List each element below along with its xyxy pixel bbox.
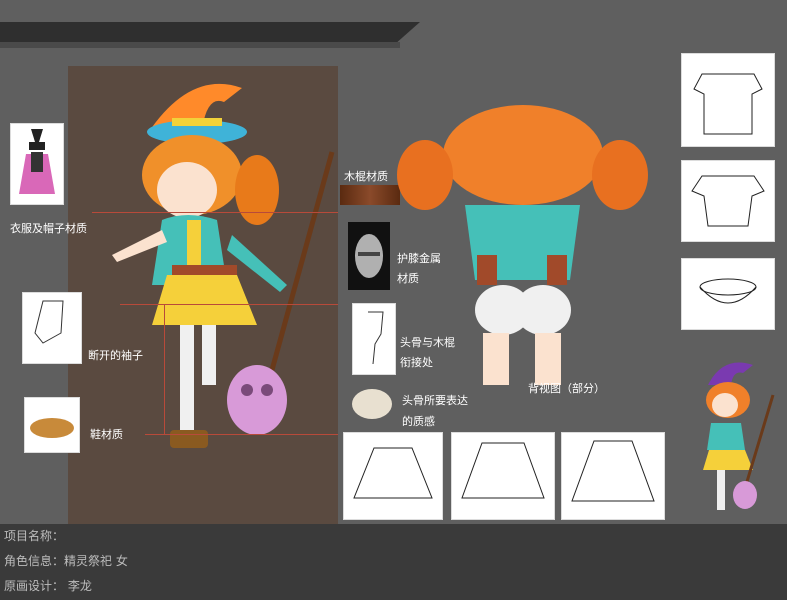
back-view-illustration xyxy=(397,105,648,385)
main-character-illustration xyxy=(112,83,335,448)
jacket-sketch-image xyxy=(681,53,775,147)
label-wood-stick-material: 木棍材质 xyxy=(344,170,388,183)
connector-sleeve xyxy=(120,304,338,305)
label-skull-texture-2: 的质感 xyxy=(402,415,435,428)
skirt-sketch-front xyxy=(343,432,443,520)
header-bar-accent xyxy=(0,42,400,48)
joint-sketch-image xyxy=(352,303,396,375)
label-broken-sleeve: 断开的袖子 xyxy=(88,349,143,362)
costume-reference-image xyxy=(10,123,64,205)
project-name: 项目名称： xyxy=(4,529,65,543)
label-shoe-material: 鞋材质 xyxy=(90,428,123,441)
concept-designer: 原画设计： 李龙 xyxy=(4,579,92,593)
shoe-reference-image xyxy=(24,397,80,453)
label-skull-texture: 头骨所要表达 xyxy=(402,394,468,407)
connector-clothes xyxy=(92,212,338,213)
character-thumbnail xyxy=(703,362,775,510)
wood-texture-image xyxy=(340,185,400,205)
label-clothes-hat-material: 衣服及帽子材质 xyxy=(10,222,87,235)
shirt-sketch-image xyxy=(681,160,775,242)
bracelet-sketch-image xyxy=(681,258,775,330)
skull-texture-image xyxy=(348,385,396,423)
connector-shoe xyxy=(145,434,338,435)
metal-helmet-image xyxy=(348,222,390,290)
sleeve-sketch-image xyxy=(22,292,82,364)
connector-vertical xyxy=(164,304,165,434)
skirt-sketch-side xyxy=(451,432,555,520)
skirt-sketch-back xyxy=(561,432,665,520)
character-info: 角色信息：精灵祭祀 女 xyxy=(4,554,128,568)
label-back-view: 背视图（部分） xyxy=(528,382,605,395)
